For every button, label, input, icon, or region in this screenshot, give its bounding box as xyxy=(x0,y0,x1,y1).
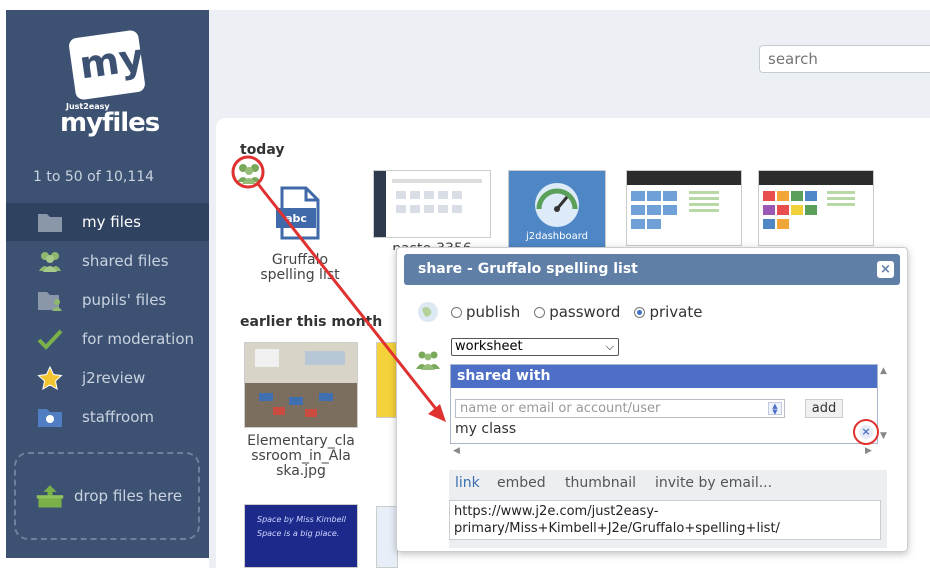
sidebar-item-for-moderation[interactable]: for moderation xyxy=(6,320,209,358)
sidebar-item-shared-files[interactable]: shared files xyxy=(6,242,209,280)
share-recipient-input[interactable]: name or email or account/user ▲ ▼ xyxy=(455,399,785,418)
scroll-down-icon[interactable]: ▼ xyxy=(880,431,887,441)
link-line: https://www.j2e.com/just2easy- xyxy=(454,504,659,519)
file-name-line: ssroom_in_Ala xyxy=(251,448,351,464)
file-thumbnail-partial-2[interactable] xyxy=(376,506,398,568)
share-link-textarea[interactable]: https://www.j2e.com/just2easy- primary/M… xyxy=(449,500,881,540)
shared-with-panel: shared with name or email or account/use… xyxy=(450,364,879,445)
sidebar-item-staffroom[interactable]: staffroom xyxy=(6,398,209,436)
globe-icon xyxy=(417,301,439,327)
people-icon xyxy=(415,348,441,374)
logo-badge-text: my xyxy=(76,35,147,88)
document-file-icon[interactable]: abc xyxy=(276,186,322,244)
file-name-gruffalo[interactable]: Gruffalo spelling list xyxy=(244,253,356,283)
file-thumbnail-classroom[interactable] xyxy=(244,342,358,428)
thumbnail-caption: j2dashboard xyxy=(525,231,589,242)
visibility-options: publish password private xyxy=(449,303,714,321)
section-title-earlier: earlier this month xyxy=(240,314,383,330)
input-placeholder: name or email or account/user xyxy=(460,401,661,416)
file-name-line: Gruffalo xyxy=(271,252,329,268)
file-name-line: Elementary_cla xyxy=(247,433,355,449)
share-dialog: share - Gruffalo spelling list × publish… xyxy=(396,247,908,552)
checkmark-icon xyxy=(36,327,64,351)
link-line: primary/Miss+Kimbell+J2e/Gruffalo+spelli… xyxy=(454,521,780,536)
share-type-select[interactable]: worksheet ⌵ xyxy=(451,338,619,356)
add-recipient-button[interactable]: add xyxy=(805,399,843,418)
tab-embed[interactable]: embed xyxy=(497,475,546,491)
file-thumbnail-dashboard-2[interactable] xyxy=(758,170,874,246)
svg-text:abc: abc xyxy=(285,212,307,225)
chevron-down-icon: ⌵ xyxy=(605,340,614,353)
people-icon xyxy=(36,249,64,273)
radio-label: private xyxy=(649,303,703,321)
shared-with-header: shared with xyxy=(451,365,877,388)
dialog-header: share - Gruffalo spelling list × xyxy=(404,254,900,285)
sidebar: my Just2easy myfiles 1 to 50 of 10,114 m… xyxy=(6,10,209,558)
file-thumbnail-j2dashboard[interactable]: j2dashboard xyxy=(508,170,606,250)
logo-title: myfiles xyxy=(60,108,160,138)
tab-thumbnail[interactable]: thumbnail xyxy=(565,475,636,491)
share-tabs-panel: link embed thumbnail invite by email... … xyxy=(449,470,887,548)
sidebar-item-pupils-files[interactable]: pupils' files xyxy=(6,281,209,319)
file-thumbnail-partial[interactable] xyxy=(376,342,398,418)
sidebar-item-label: pupils' files xyxy=(82,291,167,309)
upload-box-icon xyxy=(36,484,64,508)
file-name-classroom[interactable]: Elementary_cla ssroom_in_Ala ska.jpg xyxy=(238,434,364,479)
sidebar-item-label: my files xyxy=(82,213,141,231)
pupils-folder-icon xyxy=(36,288,64,312)
scroll-right-icon[interactable]: ▶ xyxy=(865,446,872,456)
file-name-line: spelling list xyxy=(260,267,340,283)
thumbnail-text: Space is a big place. xyxy=(257,529,340,538)
shared-entry-my-class: my class xyxy=(455,421,517,437)
radio-private[interactable] xyxy=(634,306,646,318)
spinner-icon[interactable]: ▲ ▼ xyxy=(768,402,782,416)
file-count: 1 to 50 of 10,114 xyxy=(33,169,155,185)
app-logo[interactable]: my Just2easy myfiles xyxy=(6,10,209,150)
file-thumbnail-space[interactable]: Space by Miss Kimbell Space is a big pla… xyxy=(244,504,358,568)
file-thumbnail-dashboard-1[interactable] xyxy=(626,170,742,246)
file-thumbnail-paste[interactable] xyxy=(373,170,491,238)
radio-publish[interactable] xyxy=(451,306,462,318)
close-icon: × xyxy=(859,425,873,439)
drop-zone[interactable]: drop files here xyxy=(14,452,200,540)
radio-label: password xyxy=(549,303,621,321)
drop-zone-label: drop files here xyxy=(74,487,183,505)
sidebar-item-label: for moderation xyxy=(82,330,195,348)
tab-invite-by-email[interactable]: invite by email... xyxy=(655,475,772,491)
sidebar-item-label: staffroom xyxy=(82,408,155,426)
scroll-left-icon[interactable]: ◀ xyxy=(453,446,460,456)
star-icon xyxy=(36,366,64,390)
folder-icon xyxy=(36,210,64,234)
share-type-value: worksheet xyxy=(455,339,523,354)
scroll-up-icon[interactable]: ▲ xyxy=(880,366,887,376)
staffroom-icon xyxy=(36,405,64,429)
sidebar-item-my-files[interactable]: my files xyxy=(6,203,209,241)
radio-password[interactable] xyxy=(534,306,546,318)
thumbnail-text: Space by Miss Kimbell xyxy=(257,515,346,524)
radio-label: publish xyxy=(466,303,521,321)
remove-entry-button[interactable]: × xyxy=(853,419,879,445)
search-input[interactable] xyxy=(759,45,930,73)
shared-badge-icon xyxy=(233,156,265,192)
sidebar-item-j2review[interactable]: j2review xyxy=(6,359,209,397)
file-name-line: ska.jpg xyxy=(276,463,326,479)
sidebar-item-label: j2review xyxy=(82,369,146,387)
logo-badge: my xyxy=(68,29,147,101)
screen: my Just2easy myfiles 1 to 50 of 10,114 m… xyxy=(0,0,930,568)
tab-link[interactable]: link xyxy=(455,475,480,491)
sidebar-item-label: shared files xyxy=(82,252,169,270)
dialog-title: share - Gruffalo spelling list xyxy=(418,261,638,277)
dialog-close-button[interactable]: × xyxy=(877,261,894,278)
